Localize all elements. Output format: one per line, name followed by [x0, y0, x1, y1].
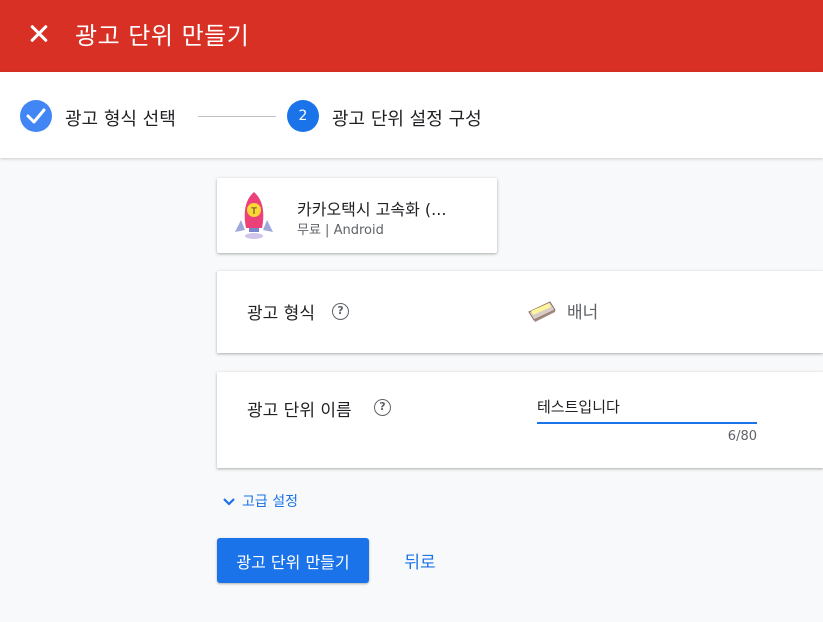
step-2-label: 광고 단위 설정 구성	[332, 109, 482, 130]
char-count: 6/80	[727, 429, 757, 444]
selected-app-card: T 카카오택시 고속화 (... 무료 | Android	[217, 178, 497, 253]
ad-unit-name-input[interactable]	[537, 394, 757, 424]
step-1-label[interactable]: 광고 형식 선택	[65, 105, 176, 131]
rocket-app-icon: T	[235, 192, 273, 239]
stepper: 광고 형식 선택 2 광고 단위 설정 구성	[0, 72, 823, 158]
chevron-down-icon	[223, 498, 235, 506]
ad-unit-name-label: 광고 단위 이름	[247, 401, 352, 421]
top-app-bar: 광고 단위 만들기	[0, 0, 823, 72]
advanced-settings-label: 고급 설정	[242, 494, 298, 510]
ad-unit-name-card: 광고 단위 이름 ? 6/80	[217, 372, 823, 468]
ad-format-label: 광고 형식	[247, 304, 315, 324]
banner-icon	[528, 301, 556, 322]
advanced-settings-toggle[interactable]: 고급 설정	[222, 491, 298, 511]
close-icon[interactable]	[24, 18, 54, 48]
ad-format-card: 광고 형식 ? 배너	[217, 271, 823, 353]
check-icon	[20, 100, 52, 132]
help-icon[interactable]: ?	[374, 399, 391, 416]
step-connector	[198, 116, 276, 117]
back-button[interactable]: 뒤로	[388, 538, 452, 583]
ad-format-value: 배너	[567, 303, 599, 323]
help-icon[interactable]: ?	[332, 303, 349, 320]
page-title: 광고 단위 만들기	[75, 22, 250, 50]
svg-text:T: T	[250, 207, 257, 217]
step-2-number: 2	[287, 100, 319, 132]
create-ad-unit-button[interactable]: 광고 단위 만들기	[217, 538, 369, 583]
app-name: 카카오택시 고속화 (...	[297, 200, 447, 219]
app-meta: 무료 | Android	[297, 223, 384, 238]
